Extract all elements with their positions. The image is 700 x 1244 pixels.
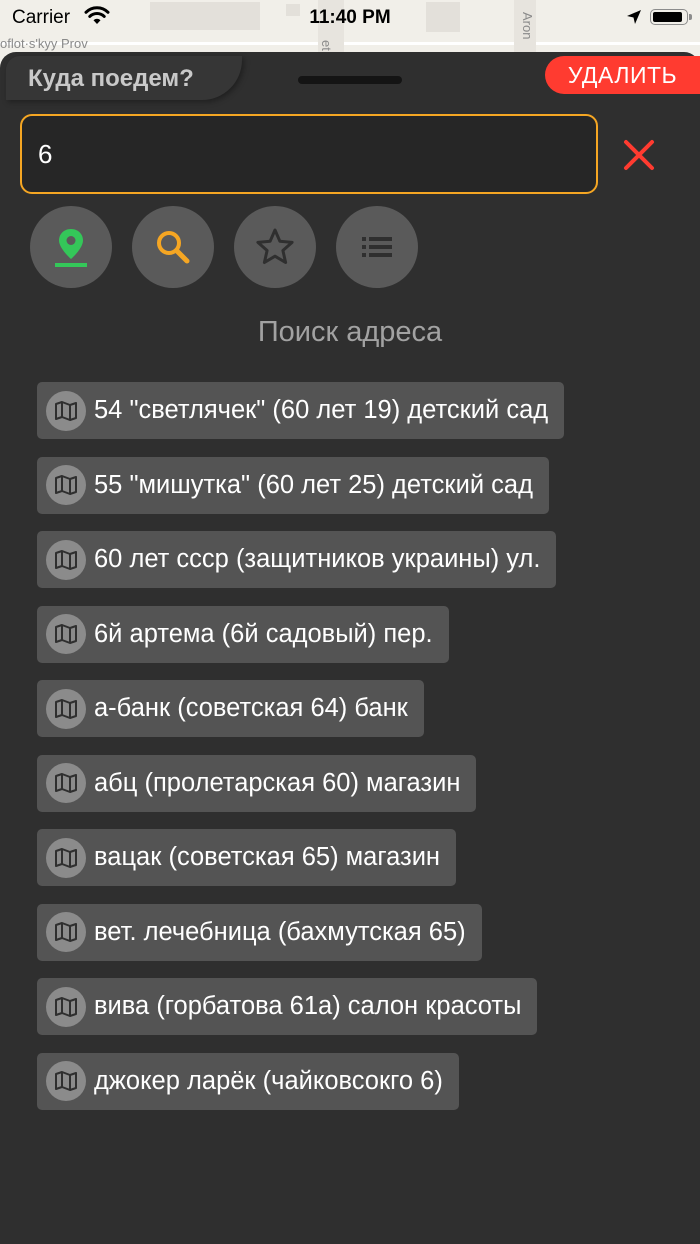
close-icon: [624, 140, 654, 170]
map-pin-mode-button[interactable]: [30, 206, 112, 288]
list-mode-button[interactable]: [336, 206, 418, 288]
address-result-item[interactable]: вет. лечебница (бахмутская 65): [37, 903, 482, 961]
address-result-label: 60 лет ссср (защитников украины) ул.: [94, 545, 541, 573]
search-icon: [157, 231, 190, 264]
address-result-item[interactable]: 54 "светлячек" (60 лет 19) детский сад: [37, 382, 565, 439]
address-result-label: вива (горбатова 61а) салон красоты: [94, 992, 522, 1020]
map-street-label: oflot·s'kyy Prov: [0, 36, 88, 51]
sheet-title: Куда поедем?: [28, 65, 194, 92]
address-result-label: вет. лечебница (бахмутская 65): [94, 917, 466, 946]
map-icon: [46, 912, 86, 952]
address-result-item[interactable]: вацак (советская 65) магазин: [37, 829, 457, 886]
map-pin-icon: [55, 229, 87, 267]
map-icon: [46, 837, 86, 878]
address-result-item[interactable]: а-банк (советская 64) банк: [37, 680, 424, 737]
address-result-label: вацак (советская 65) магазин: [94, 843, 441, 871]
favorites-mode-button[interactable]: [234, 206, 316, 288]
sheet-grabber-handle[interactable]: [298, 76, 402, 84]
map-icon: [46, 763, 86, 803]
address-result-label: 6й артема (6й садовый) пер.: [94, 619, 433, 648]
address-search-input[interactable]: [20, 114, 598, 194]
address-result-item[interactable]: абц (пролетарская 60) магазин: [37, 754, 477, 812]
battery-fill: [653, 12, 682, 22]
address-result-item[interactable]: вива (горбатова 61а) салон красоты: [37, 978, 538, 1035]
map-icon: [46, 390, 86, 431]
address-result-item[interactable]: 6й артема (6й садовый) пер.: [37, 605, 449, 663]
map-icon: [46, 539, 86, 580]
status-bar: Carrier 11:40 PM: [0, 0, 700, 36]
address-result-item[interactable]: джокер ларёк (чайковсокго 6): [37, 1052, 459, 1110]
map-icon: [46, 614, 86, 654]
address-result-label: джокер ларёк (чайковсокго 6): [94, 1066, 443, 1095]
search-mode-button[interactable]: [132, 206, 214, 288]
destination-sheet: Куда поедем? УДАЛИТЬ 6 Поиск адреса 54 "…: [0, 52, 700, 1244]
address-result-label: абц (пролетарская 60) магазин: [94, 768, 461, 797]
map-road: [0, 42, 700, 45]
address-result-label: а-банк (советская 64) банк: [94, 694, 408, 722]
star-icon: [256, 228, 294, 264]
status-time: 11:40 PM: [309, 7, 391, 28]
map-street-label: et: [319, 40, 334, 51]
clear-search-button[interactable]: [614, 130, 664, 180]
section-title: Поиск адреса: [257, 316, 443, 348]
address-result-item[interactable]: 60 лет ссср (защитников украины) ул.: [37, 531, 557, 588]
delete-button[interactable]: УДАЛИТЬ: [545, 56, 700, 94]
map-icon: [46, 465, 86, 505]
map-icon: [46, 688, 86, 729]
address-result-item[interactable]: 55 "мишутка" (60 лет 25) детский сад: [37, 456, 549, 514]
list-icon: [362, 237, 392, 257]
location-arrow-icon: [626, 9, 642, 31]
map-icon: [46, 1061, 86, 1101]
address-result-label: 55 "мишутка" (60 лет 25) детский сад: [94, 470, 533, 499]
map-icon: [46, 986, 86, 1027]
address-result-label: 54 "светлячек" (60 лет 19) детский сад: [94, 396, 549, 424]
battery-icon: [650, 9, 692, 25]
sheet-title-tab: Куда поедем?: [6, 56, 242, 100]
